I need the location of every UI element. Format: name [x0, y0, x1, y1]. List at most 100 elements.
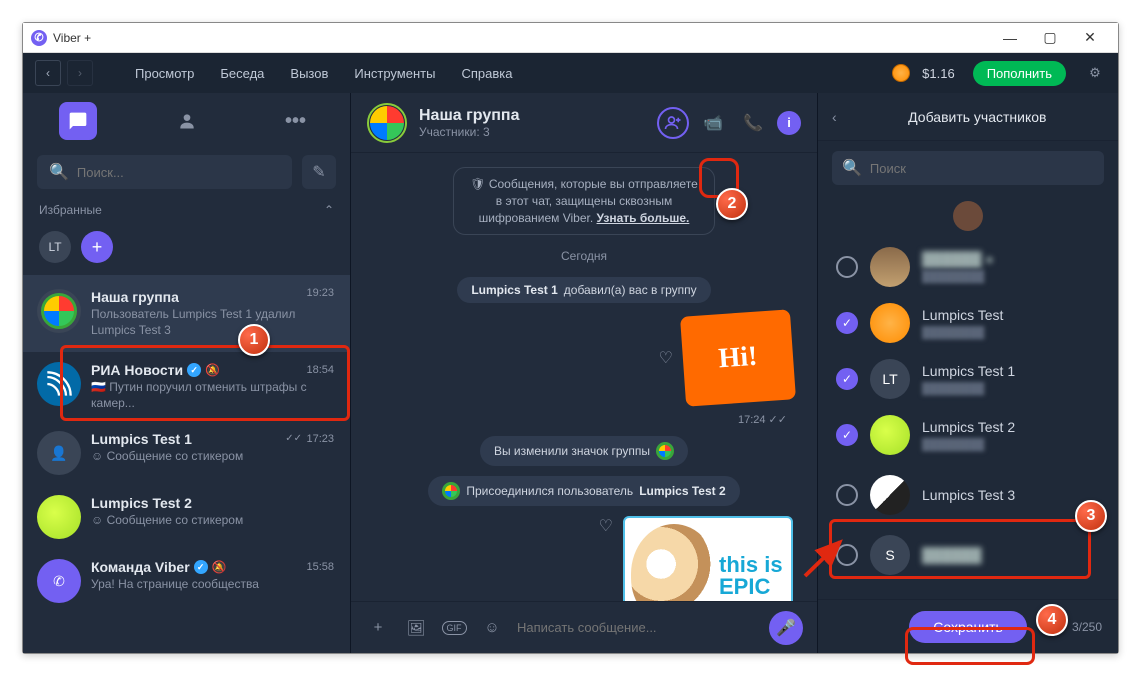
- chat-title: Lumpics Test 1: [91, 431, 192, 447]
- avatar: [870, 475, 910, 515]
- chat-time: 15:58: [306, 561, 334, 573]
- checkbox[interactable]: [836, 484, 858, 506]
- chat-title: Lumpics Test 2: [91, 495, 192, 511]
- checkbox-selected[interactable]: ✓: [836, 312, 858, 334]
- voice-call-button[interactable]: 📞: [737, 107, 769, 139]
- menu-call[interactable]: Вызов: [280, 60, 338, 87]
- contact-item-lumpics3[interactable]: Lumpics Test 3: [818, 463, 1118, 527]
- system-message: Lumpics Test 1 добавил(a) вас в группу: [457, 277, 710, 303]
- group-avatar[interactable]: [367, 103, 407, 143]
- topup-button[interactable]: Пополнить: [973, 61, 1066, 86]
- chat-item-viber-team[interactable]: ✆ Команда Viber ✓ 🔕 Ура! На странице соо…: [23, 549, 350, 613]
- group-name: Наша группа: [419, 107, 645, 125]
- avatar: 👤: [37, 431, 81, 475]
- tab-chats-icon[interactable]: [59, 102, 97, 140]
- chat-item-lumpics2[interactable]: Lumpics Test 2 ☺ Сообщение со стикером: [23, 485, 350, 549]
- learn-more-link[interactable]: Узнать больше.: [597, 211, 690, 225]
- sticker-hi: Hi!: [680, 310, 796, 407]
- avatar: [37, 495, 81, 539]
- chat-header: Наша группа Участники: 3 📹 📞 i: [351, 93, 817, 153]
- nav-forward-button[interactable]: ›: [67, 60, 93, 86]
- verified-icon: ✓: [194, 560, 208, 574]
- heart-icon[interactable]: ♡: [659, 348, 673, 368]
- gif-icon[interactable]: GIF: [441, 615, 467, 641]
- messages-area[interactable]: 🛡 Сообщения, которые вы отправляете в эт…: [351, 153, 817, 601]
- sidebar-search-input[interactable]: [77, 165, 280, 180]
- emoji-icon[interactable]: ☺: [479, 615, 505, 641]
- chat-preview: ☺ Сообщение со стикером: [91, 513, 336, 529]
- avatar: LT: [870, 359, 910, 399]
- favorites-label: Избранные: [39, 203, 102, 217]
- chat-title: Команда Viber: [91, 559, 190, 575]
- compose-button[interactable]: ✎: [302, 155, 336, 189]
- menu-help[interactable]: Справка: [451, 60, 522, 87]
- verified-icon: ✓: [187, 363, 201, 377]
- chat-time: 18:54: [306, 364, 334, 376]
- add-favorite-button[interactable]: +: [81, 231, 113, 263]
- chat-title: Наша группа: [91, 289, 179, 305]
- chat-time: 19:23: [306, 287, 334, 299]
- image-icon[interactable]: 🖼: [403, 615, 429, 641]
- message-input[interactable]: [517, 620, 757, 635]
- contact-name: Lumpics Test 2: [922, 419, 1015, 435]
- window-titlebar: ✆ Viber + — ▢ ✕: [23, 23, 1118, 53]
- balance-coin-icon: [892, 64, 910, 82]
- system-message: Присоединился пользователь Lumpics Test …: [428, 476, 739, 506]
- contact-item[interactable]: ✓ Lumpics Test 2████████: [818, 407, 1118, 463]
- checkbox-selected[interactable]: ✓: [836, 424, 858, 446]
- date-divider: Сегодня: [375, 249, 793, 263]
- close-button[interactable]: ✕: [1070, 23, 1110, 53]
- contact-item[interactable]: S ██████: [818, 527, 1118, 583]
- contact-item[interactable]: [818, 195, 1118, 239]
- maximize-button[interactable]: ▢: [1030, 23, 1070, 53]
- menu-chat[interactable]: Беседа: [210, 60, 274, 87]
- chat-item-group[interactable]: Наша группа Пользователь Lumpics Test 1 …: [23, 275, 350, 352]
- menu-view[interactable]: Просмотр: [125, 60, 204, 87]
- favorite-chip[interactable]: LT: [39, 231, 71, 263]
- contact-name: Lumpics Test 1: [922, 363, 1015, 379]
- contact-item[interactable]: ██████ ●████████: [818, 239, 1118, 295]
- minimize-button[interactable]: —: [990, 23, 1030, 53]
- panel-back-button[interactable]: ‹: [832, 109, 837, 125]
- attach-plus-icon[interactable]: +: [365, 615, 391, 641]
- sidebar-search[interactable]: 🔍: [37, 155, 292, 189]
- nav-back-button[interactable]: ‹: [35, 60, 61, 86]
- search-icon: 🔍: [842, 158, 862, 178]
- chat-item-ria[interactable]: РИА Новости ✓ 🔕 🇷🇺 Путин поручил отменит…: [23, 352, 350, 421]
- checkbox[interactable]: [836, 256, 858, 278]
- settings-gear-icon[interactable]: ⚙: [1084, 62, 1106, 84]
- balance-amount: $1.16: [922, 66, 955, 81]
- panel-title: Добавить участников: [851, 109, 1104, 125]
- contact-name: ██████ ●: [922, 251, 994, 267]
- contact-name: ██████: [922, 547, 982, 563]
- favorites-collapse-icon[interactable]: ⌃: [324, 203, 334, 217]
- contacts-list[interactable]: ██████ ●████████ ✓ Lumpics Test████████ …: [818, 195, 1118, 599]
- selection-count: 3/250: [1072, 620, 1102, 634]
- tab-contacts-icon[interactable]: [168, 102, 206, 140]
- annotation-callout-2: 2: [716, 188, 748, 220]
- avatar: [870, 415, 910, 455]
- heart-icon[interactable]: ♡: [599, 516, 613, 536]
- group-members-count[interactable]: Участники: 3: [419, 125, 645, 139]
- contact-item[interactable]: ✓ Lumpics Test████████: [818, 295, 1118, 351]
- chat-preview: ☺ Сообщение со стикером: [91, 449, 336, 465]
- chat-time: 17:23: [306, 433, 334, 445]
- top-menu-bar: ‹ › Просмотр Беседа Вызов Инструменты Сп…: [23, 53, 1118, 93]
- checkbox-selected[interactable]: ✓: [836, 368, 858, 390]
- annotation-callout-1: 1: [238, 324, 270, 356]
- info-button[interactable]: i: [777, 111, 801, 135]
- video-call-button[interactable]: 📹: [697, 107, 729, 139]
- chat-item-lumpics1[interactable]: 👤 Lumpics Test 1 ☺ Сообщение со стикером…: [23, 421, 350, 485]
- tab-more-icon[interactable]: •••: [277, 102, 315, 140]
- avatar: ✆: [37, 559, 81, 603]
- contact-item[interactable]: ✓ LT Lumpics Test 1████████: [818, 351, 1118, 407]
- panel-search[interactable]: 🔍: [832, 151, 1104, 185]
- viber-app-icon: ✆: [31, 30, 47, 46]
- mic-button[interactable]: 🎤: [769, 611, 803, 645]
- add-member-button[interactable]: [657, 107, 689, 139]
- panel-search-input[interactable]: [870, 161, 1094, 176]
- avatar: [870, 303, 910, 343]
- menu-tools[interactable]: Инструменты: [344, 60, 445, 87]
- save-button[interactable]: Сохранить: [909, 611, 1027, 643]
- left-sidebar: ••• 🔍 ✎ Избранные ⌃ LT + Наш: [23, 93, 351, 653]
